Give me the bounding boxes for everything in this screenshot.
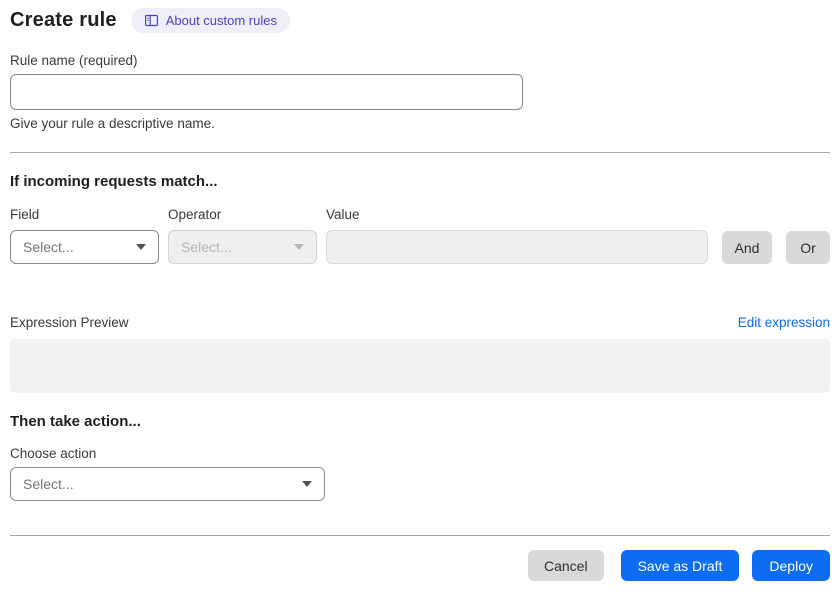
rule-name-helper: Give your rule a descriptive name. (10, 116, 215, 131)
rule-name-input[interactable] (10, 74, 523, 110)
chevron-down-icon (136, 244, 146, 250)
field-select[interactable]: Select... (10, 230, 159, 264)
edit-expression-link[interactable]: Edit expression (738, 315, 830, 330)
operator-select: Select... (168, 230, 317, 264)
choose-action-select-value: Select... (23, 476, 74, 492)
or-button[interactable]: Or (786, 231, 830, 264)
field-select-value: Select... (23, 239, 74, 255)
match-section-heading: If incoming requests match... (10, 173, 218, 190)
deploy-button[interactable]: Deploy (752, 550, 830, 581)
create-rule-page: Create rule About custom rules Rule name… (0, 0, 839, 581)
section-divider (10, 152, 830, 153)
condition-row: Field Select... Operator Select... Value… (10, 207, 830, 264)
cancel-button[interactable]: Cancel (527, 550, 604, 581)
chevron-down-icon (294, 244, 304, 250)
field-label: Field (10, 207, 40, 222)
footer-divider (10, 535, 830, 536)
operator-select-value: Select... (181, 239, 232, 255)
value-label: Value (326, 207, 360, 222)
choose-action-label: Choose action (10, 446, 97, 461)
and-button[interactable]: And (722, 231, 772, 264)
chevron-down-icon (302, 481, 312, 487)
rule-name-label: Rule name (required) (10, 53, 138, 68)
expression-preview-box (10, 339, 830, 393)
header: Create rule About custom rules (10, 8, 830, 33)
footer: Cancel Save as Draft Deploy (10, 550, 830, 581)
page-title: Create rule (10, 9, 117, 31)
choose-action-select[interactable]: Select... (10, 467, 325, 501)
expression-preview-label: Expression Preview (10, 315, 129, 330)
operator-label: Operator (168, 207, 222, 222)
book-icon (144, 13, 159, 28)
value-input (326, 230, 708, 264)
badge-label: About custom rules (165, 13, 277, 28)
save-as-draft-button[interactable]: Save as Draft (620, 550, 740, 581)
expression-preview-row: Expression Preview Edit expression (10, 315, 830, 330)
action-section-heading: Then take action... (10, 413, 141, 430)
about-custom-rules-badge[interactable]: About custom rules (130, 8, 290, 33)
